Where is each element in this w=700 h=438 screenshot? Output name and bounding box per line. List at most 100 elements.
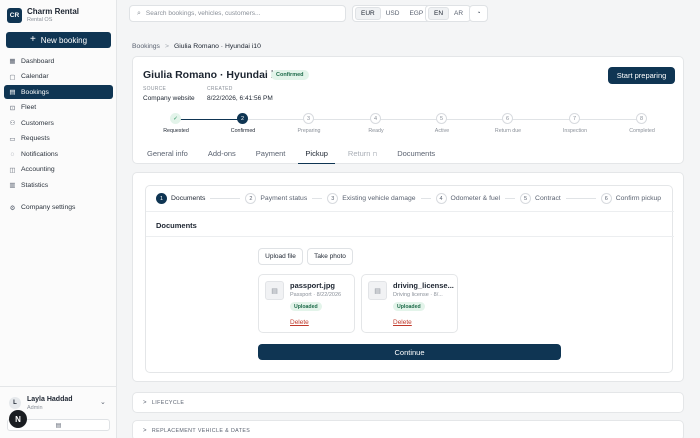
file-name[interactable]: driving_license... [393,281,455,290]
search-placeholder: Search bookings, vehicles, customers... [145,10,261,17]
sidebar-item-label: Calendar [21,73,49,80]
pickup-step-number: 6 [600,193,612,204]
sidebar-item-dashboard[interactable]: ▦ Dashboard [4,54,113,68]
breadcrumb-bookings[interactable]: Bookings [132,43,160,50]
pickup-step-confirm-pickup[interactable]: 6 Confirm pickup [600,193,661,204]
brand: CR Charm Rental Rental OS [7,7,79,24]
sidebar-item-calendar[interactable]: ▢ Calendar [4,70,113,84]
sidebar-item-fleet[interactable]: ⊡ Fleet [4,101,113,115]
file-meta: Passport · 8/22/2026 [290,292,342,298]
currency-usd[interactable]: USD [381,8,405,19]
pickup-step-number: 1 [156,193,167,204]
step-inspection-marker: 7 [569,113,580,124]
section-replacement-vehicle[interactable]: > REPLACEMENT VEHICLE & DATES [132,420,684,438]
currency-switcher: EUR USD EGP [352,5,432,22]
page-title: Giulia Romano · Hyundai i10 [143,69,286,81]
delete-button[interactable]: Delete [290,319,309,326]
tab-documents[interactable]: Documents [390,146,442,164]
tab-general-info[interactable]: General info [140,146,195,164]
sidebar-item-requests[interactable]: ▭ Requests [4,132,113,146]
tab-return: Return ⊓ [341,146,384,164]
pickup-step-label: Payment status [260,195,308,202]
step-label-confirmed: Confirmed [230,128,256,134]
section-lifecycle[interactable]: > LIFECYCLE [132,392,684,413]
pickup-step-label: Existing vehicle damage [342,195,416,202]
tab-add-ons[interactable]: Add-ons [201,146,243,164]
search-icon: ⌕ [137,9,141,17]
source-value: Company website [143,95,195,102]
language-switcher: EN AR [425,5,472,22]
pickup-step-connector [505,198,516,199]
pickup-step-payment-status[interactable]: 2 Payment status [245,193,307,204]
inbox-icon: ▭ [9,135,16,143]
pickup-step-label: Documents [171,195,206,202]
section-label: LIFECYCLE [151,399,185,406]
chevron-right-icon: > [143,427,147,434]
calendar-icon: ▢ [9,73,16,81]
sidebar-item-bookings[interactable]: ▤ Bookings [4,85,113,99]
sidebar-item-label: Dashboard [21,57,55,65]
sidebar-item-label: Bookings [21,88,49,96]
notifications-button[interactable]: ◔ [469,5,488,22]
plus-icon: + [29,34,36,45]
breadcrumb-separator: > [164,43,169,50]
dev-tools-badge[interactable]: N [9,410,27,428]
file-icon: ▤ [368,281,387,300]
pickup-step-connector [565,198,596,199]
tab-payment[interactable]: Payment [249,146,293,164]
sidebar-item-company-settings[interactable]: ⚙ Company settings [4,201,113,215]
take-photo-button[interactable]: Take photo [307,248,353,265]
step-active-marker: 5 [436,113,447,124]
sidebar-item-label: Company settings [21,204,76,211]
pickup-wizard: 1 Documents 2 Payment status 3 Existing veh… [145,185,674,373]
new-booking-button[interactable]: + New booking [6,32,111,48]
file-icon: ▤ [265,281,284,300]
section-label: REPLACEMENT VEHICLE & DATES [151,427,251,434]
step-completed-marker: 8 [636,113,647,124]
sidebar-item-accounting[interactable]: ◫ Accounting [4,163,113,177]
user-role: Admin [27,405,43,411]
pickup-step-vehicle-damage[interactable]: 3 Existing vehicle damage [327,193,416,204]
avatar: L [9,397,21,409]
search-input[interactable]: ⌕ Search bookings, vehicles, customers..… [129,5,346,22]
dashboard-icon: ▦ [9,58,16,65]
file-meta: Driving license · 8/... [393,292,443,298]
step-label-preparing: Preparing [297,128,321,134]
sidebar-item-customers[interactable]: ⚇ Customers [4,116,113,130]
sidebar-item-notifications[interactable]: ◌ Notifications [4,147,113,161]
step-label-inspection: Inspection [562,128,588,134]
gear-icon: ⚙ [9,204,16,212]
bell-icon: ◔ [476,10,481,17]
pickup-step-number: 4 [435,193,447,204]
sidebar-item-label: Statistics [21,181,49,189]
start-preparing-button[interactable]: Start preparing [608,67,675,84]
sidebar-item-label: Accounting [21,166,55,173]
car-icon: ⊡ [9,104,16,112]
wallet-icon: ◫ [9,166,16,174]
language-ar[interactable]: AR [449,8,468,19]
pickup-step-contract[interactable]: 5 Contract [520,193,561,204]
stepper-line-done [176,119,242,120]
upload-file-button[interactable]: Upload file [258,248,303,265]
pickup-step-label: Contract [535,195,561,202]
delete-button[interactable]: Delete [393,319,412,326]
sidebar-item-statistics[interactable]: ▥ Statistics [4,178,113,192]
file-name[interactable]: passport.jpg [290,281,352,290]
pickup-step-documents[interactable]: 1 Documents [156,193,205,204]
continue-button[interactable]: Continue [258,344,561,360]
topbar: ⌕ Search bookings, vehicles, customers..… [117,0,700,28]
nav-gap [4,194,113,201]
tab-pickup[interactable]: Pickup [298,146,335,164]
source-label: SOURCE [143,86,167,92]
currency-eur[interactable]: EUR [355,7,381,20]
step-preparing-marker: 3 [303,113,314,124]
created-label: CREATED [207,86,233,92]
status-badge: Confirmed [271,70,309,80]
user-name: Layla Haddad [27,396,73,403]
language-en[interactable]: EN [428,7,450,20]
booking-tabs: General info Add-ons Payment Pickup Retu… [132,146,684,164]
sidebar-item-label: Customers [21,119,54,127]
pickup-step-odometer-fuel[interactable]: 4 Odometer & fuel [435,193,500,204]
sidebar-item-label: Notifications [21,150,59,158]
chevron-right-icon: > [143,399,147,406]
